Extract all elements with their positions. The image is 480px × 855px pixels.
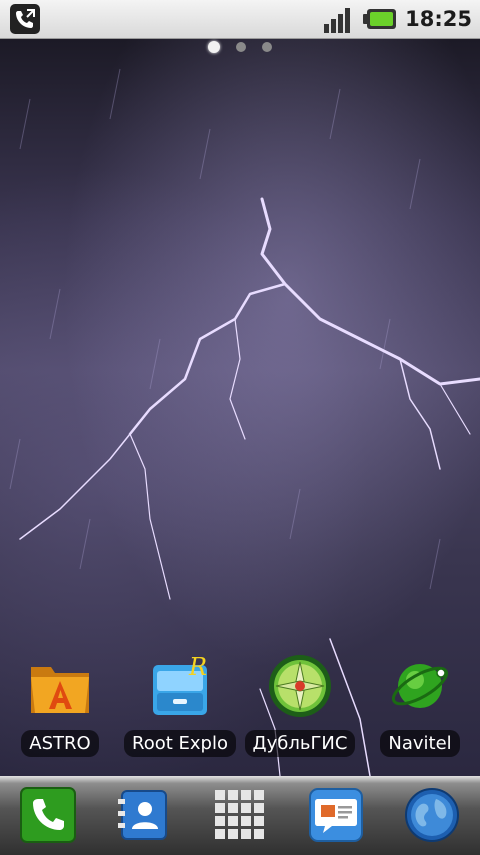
astro-folder-icon (24, 650, 96, 722)
clock: 18:25 (405, 7, 472, 31)
signal-icon (324, 8, 351, 33)
app-navitel[interactable]: Navitel (360, 650, 480, 757)
app-astro[interactable]: ASTRO (0, 650, 120, 757)
browser-button[interactable] (402, 785, 462, 845)
contacts-icon (118, 790, 167, 840)
app-label: Navitel (380, 730, 460, 757)
home-shortcuts: ASTRO R Root Explo ДубльГИС Navitel (0, 650, 480, 770)
page-dot-2 (236, 42, 246, 52)
phone-in-call-icon (10, 4, 40, 34)
app-label: Root Explo (124, 730, 236, 757)
app-drawer-button[interactable] (210, 785, 270, 845)
app-label: ДубльГИС (244, 730, 356, 757)
messaging-button[interactable] (306, 785, 366, 845)
dublgis-compass-icon (264, 650, 336, 722)
page-indicator (0, 41, 480, 53)
app-dublgis[interactable]: ДубльГИС (240, 650, 360, 757)
app-root-explorer[interactable]: R Root Explo (120, 650, 240, 757)
battery-icon (363, 9, 397, 29)
navitel-globe-icon (384, 650, 456, 722)
phone-button[interactable] (18, 785, 78, 845)
contacts-button[interactable] (114, 785, 174, 845)
page-dot-1 (208, 41, 220, 53)
root-explorer-icon: R (144, 650, 216, 722)
app-drawer-icon (215, 790, 264, 839)
app-label: ASTRO (21, 730, 99, 757)
browser-icon (405, 788, 459, 842)
status-bar[interactable]: 18:25 (0, 0, 480, 39)
messaging-icon (309, 788, 363, 842)
dock (0, 776, 480, 855)
svg-text:R: R (188, 653, 207, 681)
phone-icon (20, 787, 76, 843)
page-dot-3 (262, 42, 272, 52)
